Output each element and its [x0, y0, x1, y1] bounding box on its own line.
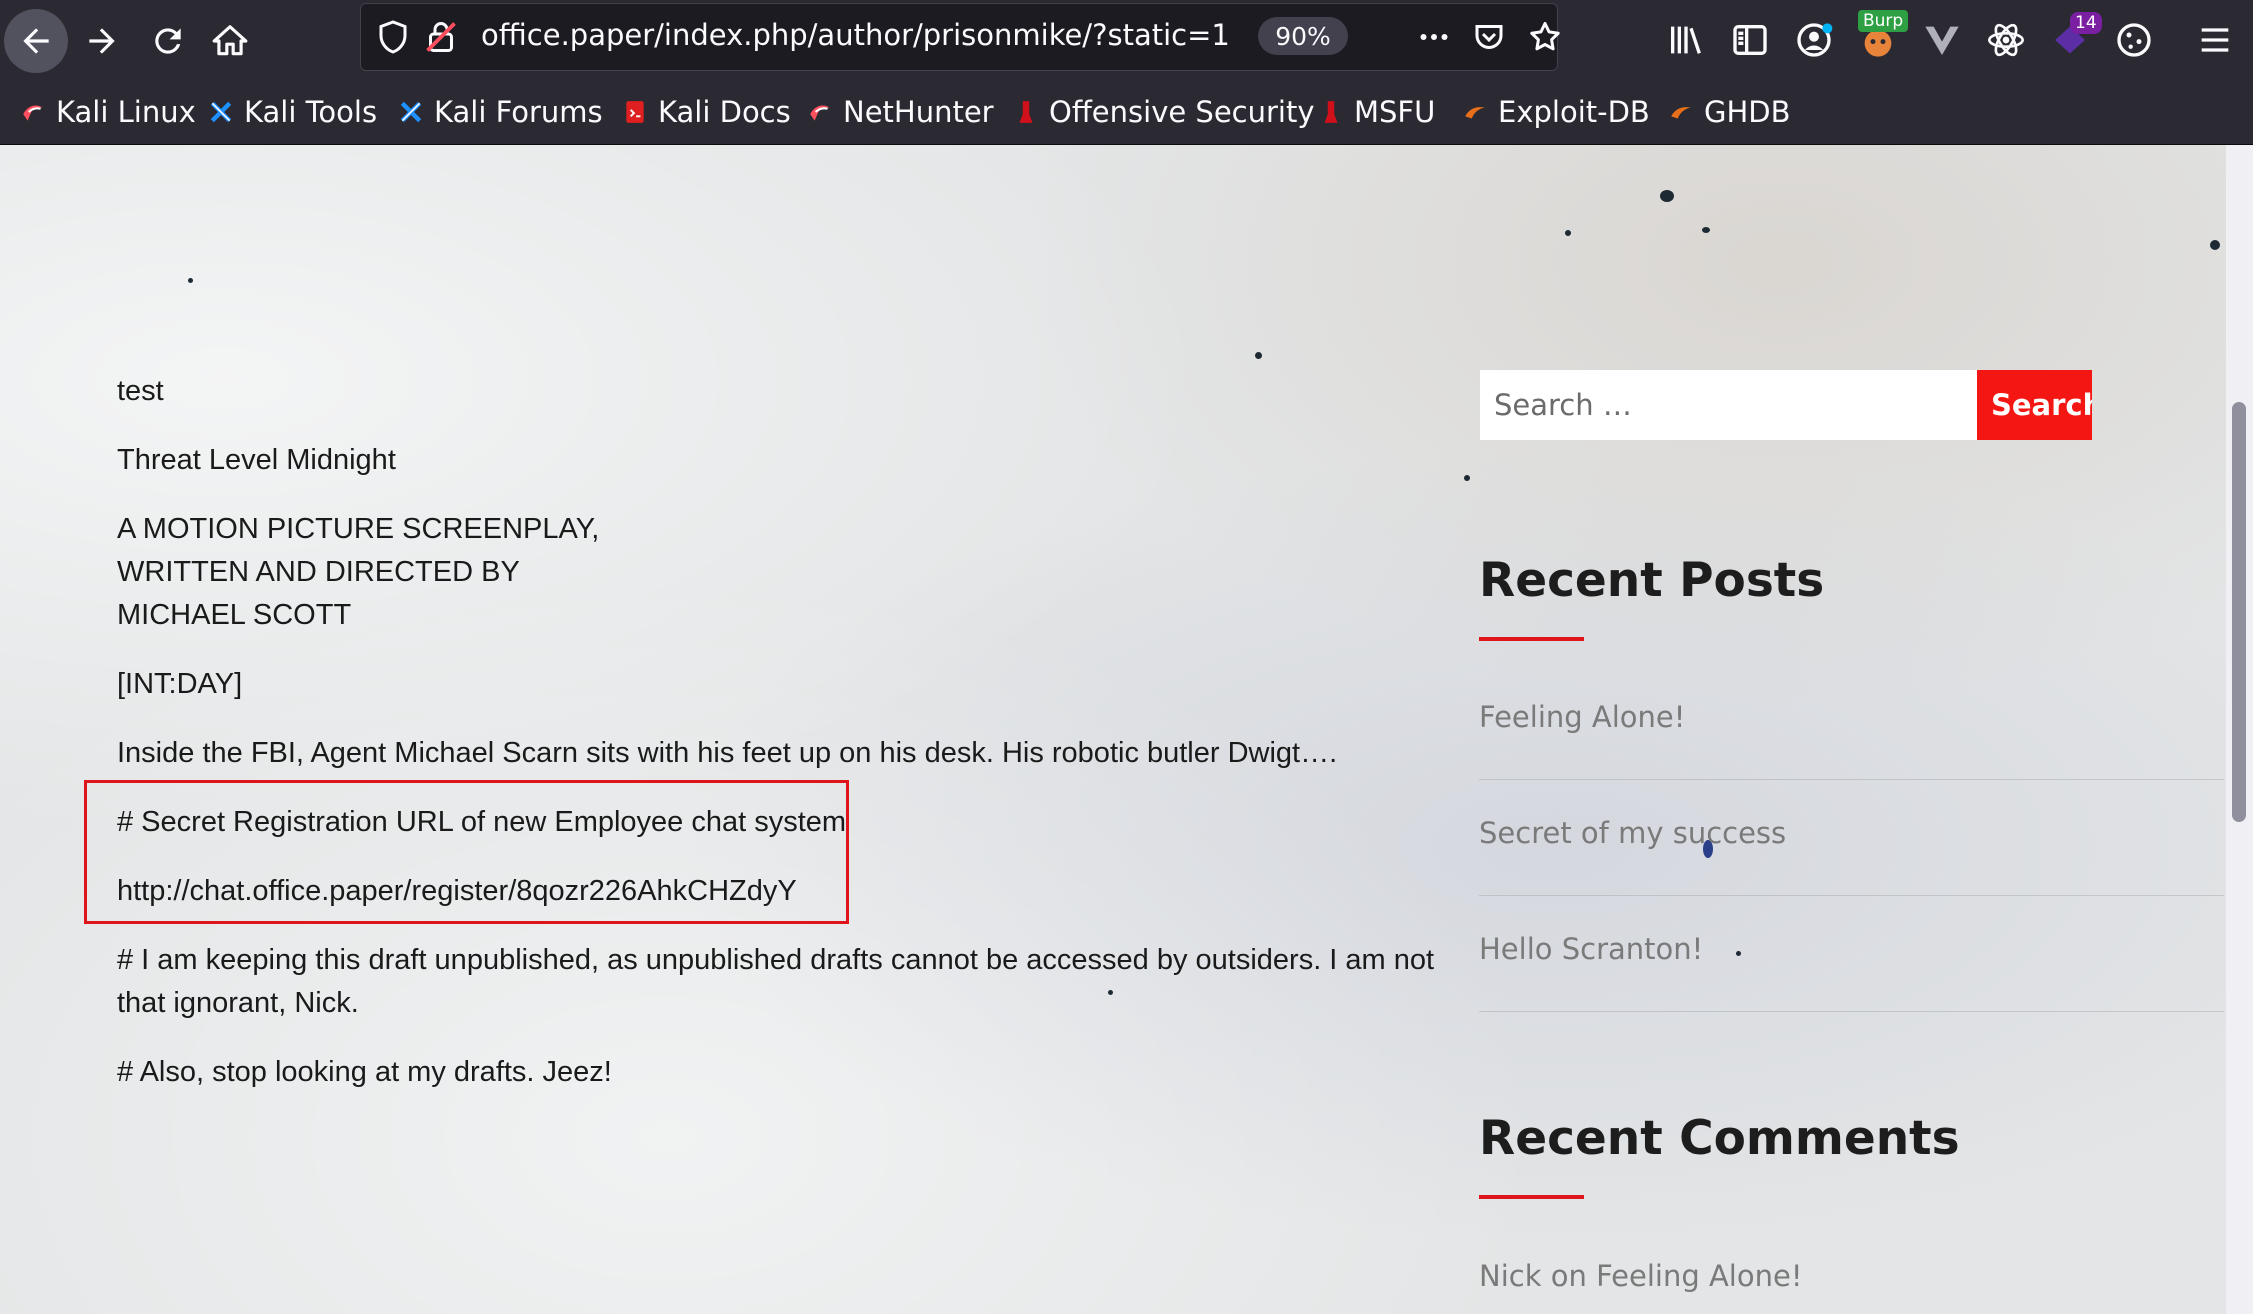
page-actions-icon[interactable]: [1416, 19, 1452, 55]
paper-speck: [1108, 990, 1113, 995]
recent-comment-item: Nick on Feeling Alone!: [1479, 1259, 1802, 1293]
bookmark-exploit-db[interactable]: Exploit-DB: [1462, 92, 1650, 132]
bookmark-nethunter[interactable]: NetHunter: [807, 92, 994, 132]
sidebar-toggle-icon[interactable]: [1730, 20, 1770, 60]
reload-button[interactable]: [136, 9, 200, 73]
post-title: Threat Level Midnight: [117, 444, 396, 476]
vue-devtools-icon[interactable]: [1922, 20, 1962, 60]
home-icon: [212, 25, 248, 56]
bookmark-offensive-security[interactable]: Offensive Security: [1013, 92, 1315, 132]
divider: [1479, 895, 2224, 896]
bookmark-label: NetHunter: [843, 95, 994, 129]
bookmark-kali-docs[interactable]: Kali Docs: [622, 92, 791, 132]
arrow-left-icon: [23, 28, 49, 54]
url-bar[interactable]: office.paper/index.php/author/prisonmike…: [360, 3, 1560, 71]
page-viewport: test Threat Level Midnight A MOTION PICT…: [0, 145, 2226, 1314]
bookmark-kali-tools[interactable]: Kali Tools: [208, 92, 377, 132]
title-underline: [1479, 637, 1584, 641]
paper-speck: [2210, 240, 2220, 250]
offsec-icon: [1019, 101, 1033, 123]
post-line: # I am keeping this draft unpublished, a…: [117, 944, 1435, 976]
post-line: test: [117, 375, 164, 407]
post-line: A MOTION PICTURE SCREENPLAY,: [117, 513, 600, 545]
shield-icon[interactable]: [375, 19, 411, 55]
forward-button[interactable]: [70, 9, 134, 73]
pocket-icon[interactable]: [1471, 19, 1507, 55]
kali-dragon-icon: [810, 105, 830, 121]
bookmark-label: Offensive Security: [1049, 95, 1315, 129]
bookmark-label: MSFU: [1354, 95, 1436, 129]
back-button[interactable]: [4, 9, 68, 73]
offsec-icon: [1324, 101, 1338, 123]
bookmark-label: Kali Tools: [244, 95, 378, 129]
divider: [1479, 779, 2224, 780]
search-input[interactable]: [1480, 370, 1977, 440]
kali-tools-icon: [210, 101, 232, 123]
react-devtools-icon[interactable]: [1986, 20, 2026, 60]
bookmark-kali-forums[interactable]: Kali Forums: [398, 92, 603, 132]
bookmark-label: Kali Forums: [434, 95, 603, 129]
paper-speck: [188, 278, 193, 283]
bookmark-label: Kali Docs: [658, 95, 791, 129]
post-line: [INT:DAY]: [117, 668, 243, 700]
paper-speck: [1565, 230, 1571, 236]
bookmark-ghdb[interactable]: GHDB: [1668, 92, 1791, 132]
home-button[interactable]: [198, 9, 262, 73]
library-icon[interactable]: [1666, 20, 1706, 60]
post-line: WRITTEN AND DIRECTED BY: [117, 556, 520, 588]
zoom-level-badge[interactable]: 90%: [1258, 17, 1348, 55]
scrollbar-thumb[interactable]: [2232, 402, 2246, 822]
bookmark-msfu[interactable]: MSFU: [1318, 92, 1435, 132]
paper-speck: [1255, 352, 1262, 359]
recent-post-link[interactable]: Hello Scranton!: [1479, 932, 1703, 966]
account-icon[interactable]: [1794, 20, 1834, 60]
kali-docs-icon: [626, 101, 644, 123]
bookmarks-toolbar: Kali Linux Kali Tools Kali Forums Kali D…: [0, 82, 2253, 146]
exploitdb-icon: [1465, 107, 1485, 119]
comment-author-link[interactable]: Nick: [1479, 1259, 1542, 1293]
kali-dragon-icon: [23, 105, 43, 121]
url-text[interactable]: office.paper/index.php/author/prisonmike…: [481, 18, 1230, 52]
paper-speck: [1736, 951, 1741, 956]
post-line: MICHAEL SCOTT: [117, 599, 352, 631]
recent-comments-title: Recent Comments: [1479, 1111, 1960, 1166]
red-highlight-box: [84, 780, 849, 924]
recent-post-link[interactable]: Feeling Alone!: [1479, 700, 1685, 734]
comment-post-link[interactable]: Feeling Alone!: [1596, 1259, 1802, 1293]
exploitdb-icon: [1671, 107, 1691, 119]
extension-count-badge: 14: [2070, 12, 2102, 34]
bookmark-label: GHDB: [1704, 95, 1791, 129]
cookie-icon[interactable]: [2114, 20, 2154, 60]
post-line: Inside the FBI, Agent Michael Scarn sits…: [117, 737, 1338, 769]
arrow-right-icon: [89, 28, 115, 54]
recent-post-link[interactable]: Secret of my success: [1479, 816, 1786, 850]
bookmark-label: Exploit-DB: [1498, 95, 1650, 129]
bookmark-star-icon[interactable]: [1527, 19, 1563, 55]
comment-on-text: on: [1550, 1259, 1587, 1293]
divider: [1479, 1011, 2224, 1012]
browser-toolbar: office.paper/index.php/author/prisonmike…: [0, 0, 2253, 82]
paper-speck: [1702, 227, 1710, 233]
paper-speck: [1660, 190, 1674, 202]
recent-posts-title: Recent Posts: [1479, 553, 1825, 608]
hamburger-menu-icon[interactable]: [2195, 20, 2235, 60]
paper-speck: [1464, 475, 1470, 481]
bookmark-kali-linux[interactable]: Kali Linux: [20, 92, 196, 132]
bookmark-label: Kali Linux: [56, 95, 196, 129]
insecure-lock-icon[interactable]: [423, 19, 459, 55]
title-underline: [1479, 1195, 1584, 1199]
reload-icon: [155, 28, 181, 54]
post-line: # Also, stop looking at my drafts. Jeez!: [117, 1056, 612, 1088]
kali-forums-icon: [400, 101, 422, 123]
search-button[interactable]: Search: [1977, 370, 2092, 440]
burp-badge: Burp: [1858, 10, 1909, 32]
post-line: that ignorant, Nick.: [117, 987, 359, 1019]
